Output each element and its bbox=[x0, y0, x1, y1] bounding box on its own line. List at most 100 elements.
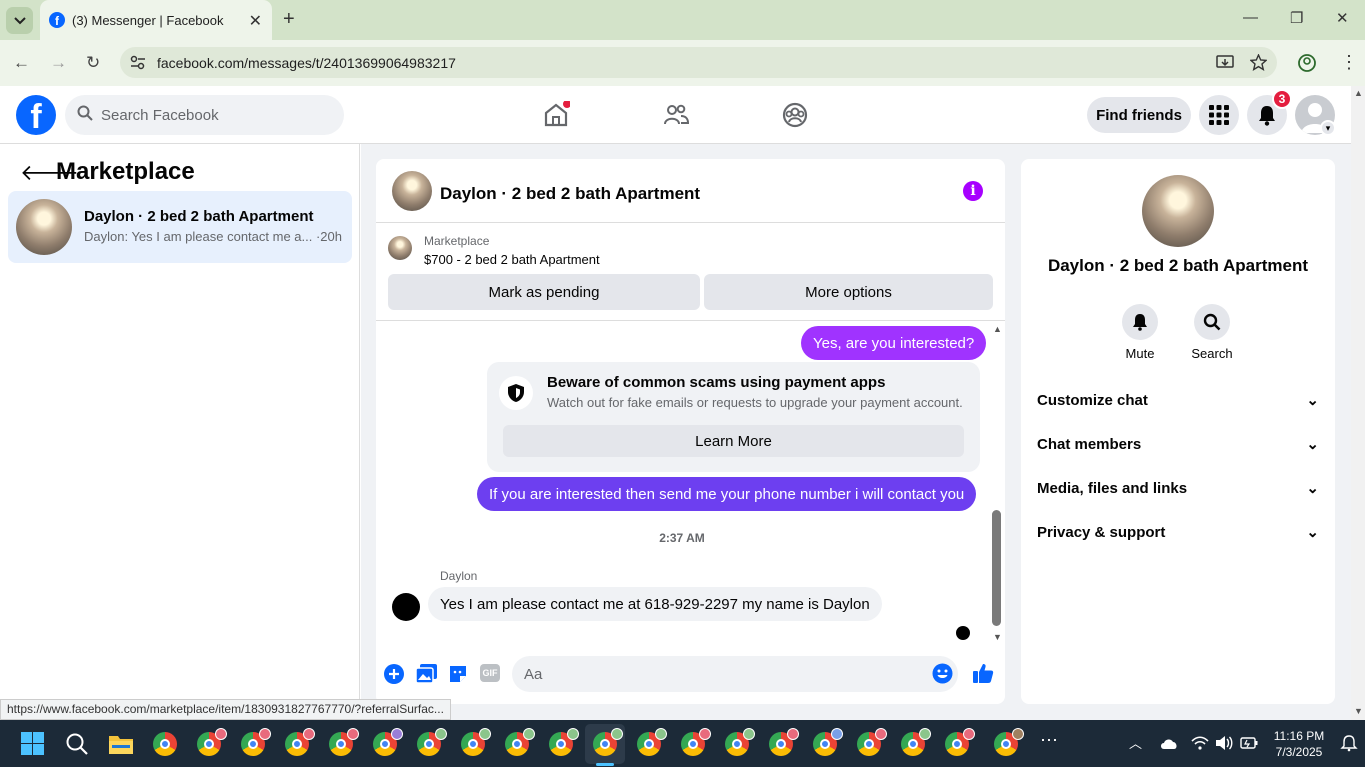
friends-icon[interactable] bbox=[662, 101, 690, 129]
listing-price-title[interactable]: $700 - 2 bed 2 bath Apartment bbox=[424, 252, 600, 267]
chrome-icon[interactable] bbox=[153, 732, 177, 756]
show-hidden-icons-icon[interactable]: ︿ bbox=[1129, 733, 1142, 752]
media-files-links-row[interactable]: Media, files and links ⌄ bbox=[1037, 466, 1319, 510]
menu-button[interactable] bbox=[1199, 95, 1239, 135]
close-tab-icon[interactable]: ✕ bbox=[249, 11, 262, 31]
wifi-icon[interactable] bbox=[1191, 736, 1209, 750]
back-button[interactable]: ← bbox=[13, 53, 30, 73]
close-window-button[interactable]: ✕ bbox=[1336, 9, 1349, 27]
search-facebook-input[interactable]: Search Facebook bbox=[65, 95, 344, 135]
chrome-profile-icon[interactable] bbox=[197, 728, 227, 756]
chrome-profile-icon[interactable] bbox=[373, 728, 403, 756]
chrome-profile-icon[interactable] bbox=[945, 728, 975, 756]
chat-avatar[interactable] bbox=[392, 171, 432, 211]
address-toolbar: ← → ↻ facebook.com/messages/t/2401369906… bbox=[0, 40, 1365, 86]
windows-start-icon[interactable] bbox=[21, 732, 44, 755]
sticker-icon[interactable] bbox=[448, 664, 468, 684]
marketplace-inbox: 🡐 Marketplace Daylon · 2 bed 2 bath Apar… bbox=[0, 144, 360, 720]
system-clock[interactable]: 11:16 PM 7/3/2025 bbox=[1268, 728, 1330, 760]
home-icon[interactable] bbox=[542, 101, 570, 129]
reload-button[interactable]: ↻ bbox=[86, 53, 100, 73]
volume-icon[interactable] bbox=[1215, 735, 1233, 751]
scrollbar-thumb[interactable] bbox=[992, 510, 1001, 626]
omnibox[interactable]: facebook.com/messages/t/2401369906498321… bbox=[120, 47, 1277, 78]
battery-icon[interactable] bbox=[1240, 736, 1258, 750]
sender-avatar[interactable] bbox=[392, 593, 420, 621]
incoming-message[interactable]: Yes I am please contact me at 618-929-22… bbox=[428, 587, 882, 621]
more-apps-icon[interactable]: ⋯ bbox=[1040, 730, 1058, 751]
conversation-details-panel: Daylon · 2 bed 2 bath Apartment Mute Sea… bbox=[1021, 159, 1335, 704]
search-placeholder: Search Facebook bbox=[101, 106, 219, 124]
chat-title[interactable]: Daylon · 2 bed 2 bath Apartment bbox=[440, 184, 700, 204]
browser-tab[interactable]: f (3) Messenger | Facebook ✕ bbox=[40, 0, 272, 40]
browser-tab-strip: f (3) Messenger | Facebook ✕ + — ❐ ✕ bbox=[0, 0, 1365, 40]
taskbar-search-icon[interactable] bbox=[65, 732, 89, 756]
emoji-icon[interactable] bbox=[932, 663, 953, 684]
url-text[interactable]: facebook.com/messages/t/2401369906498321… bbox=[157, 55, 456, 71]
chrome-profile-icon[interactable] bbox=[769, 728, 799, 756]
mute-label: Mute bbox=[1125, 346, 1155, 361]
browser-menu-icon[interactable]: ⋮ bbox=[1340, 52, 1358, 73]
more-options-button[interactable]: More options bbox=[704, 274, 993, 310]
search-icon bbox=[77, 105, 93, 126]
chevron-down-icon: ⌄ bbox=[1306, 524, 1319, 541]
maximize-button[interactable]: ❐ bbox=[1290, 9, 1303, 27]
thumbs-up-icon[interactable] bbox=[972, 662, 994, 684]
privacy-support-row[interactable]: Privacy & support ⌄ bbox=[1037, 510, 1319, 554]
clock-date: 7/3/2025 bbox=[1275, 745, 1323, 759]
details-avatar[interactable] bbox=[1142, 175, 1214, 247]
find-friends-button[interactable]: Find friends bbox=[1087, 97, 1191, 133]
scroll-up-arrow-icon[interactable]: ▲ bbox=[1354, 88, 1363, 98]
chrome-profile-icon[interactable] bbox=[461, 728, 491, 756]
chrome-profile-icon[interactable] bbox=[417, 728, 447, 756]
chrome-active-window-icon[interactable] bbox=[593, 728, 623, 756]
chat-scrollbar[interactable]: ▲ ▼ bbox=[990, 322, 1004, 644]
chrome-profile-icon[interactable] bbox=[901, 728, 931, 756]
chrome-profile-icon[interactable] bbox=[549, 728, 579, 756]
chrome-profile-icon[interactable] bbox=[813, 728, 843, 756]
groups-icon[interactable] bbox=[781, 101, 809, 129]
page-scrollbar[interactable]: ▲ ▼ bbox=[1351, 86, 1365, 720]
chrome-profile-icon[interactable] bbox=[241, 728, 271, 756]
marketplace-listing-bar: Marketplace $700 - 2 bed 2 bath Apartmen… bbox=[376, 224, 1005, 321]
chrome-profile-icon[interactable] bbox=[505, 728, 535, 756]
site-settings-icon[interactable] bbox=[130, 55, 146, 70]
chrome-profile-icon[interactable] bbox=[329, 728, 359, 756]
search-in-conversation-button[interactable]: Search bbox=[1182, 304, 1242, 361]
conversation-list-item[interactable]: Daylon · 2 bed 2 bath Apartment Daylon: … bbox=[8, 191, 352, 263]
minimize-button[interactable]: — bbox=[1243, 9, 1258, 26]
listing-thumbnail[interactable] bbox=[388, 236, 412, 260]
learn-more-button[interactable]: Learn More bbox=[503, 425, 964, 457]
scroll-up-arrow-icon[interactable]: ▲ bbox=[993, 324, 1002, 334]
gif-icon[interactable]: GIF bbox=[480, 664, 500, 682]
mark-as-pending-button[interactable]: Mark as pending bbox=[388, 274, 700, 310]
profile-icon[interactable] bbox=[1298, 54, 1316, 72]
chat-members-row[interactable]: Chat members ⌄ bbox=[1037, 422, 1319, 466]
scroll-down-arrow-icon[interactable]: ▼ bbox=[1354, 706, 1363, 716]
forward-button[interactable]: → bbox=[50, 53, 67, 73]
bookmark-star-icon[interactable] bbox=[1250, 54, 1267, 71]
message-input[interactable]: Aa bbox=[512, 656, 958, 692]
notification-center-icon[interactable] bbox=[1340, 734, 1358, 752]
chrome-profile-icon[interactable] bbox=[857, 728, 887, 756]
chrome-profile-icon[interactable] bbox=[637, 728, 667, 756]
chrome-profile-icon[interactable] bbox=[994, 728, 1024, 756]
file-explorer-icon[interactable] bbox=[108, 733, 134, 755]
plus-circle-icon[interactable] bbox=[384, 664, 404, 684]
scroll-down-arrow-icon[interactable]: ▼ bbox=[993, 632, 1002, 642]
install-app-icon[interactable] bbox=[1216, 54, 1234, 71]
new-tab-button[interactable]: + bbox=[283, 8, 295, 31]
account-chevron-icon[interactable]: ▾ bbox=[1320, 120, 1336, 136]
outgoing-message[interactable]: If you are interested then send me your … bbox=[477, 477, 977, 511]
mute-button[interactable]: Mute bbox=[1110, 304, 1170, 361]
customize-chat-row[interactable]: Customize chat ⌄ bbox=[1037, 378, 1319, 422]
outgoing-message[interactable]: Yes, are you interested? bbox=[801, 326, 987, 360]
facebook-logo-icon[interactable]: f bbox=[16, 95, 56, 135]
chrome-profile-icon[interactable] bbox=[285, 728, 315, 756]
info-icon[interactable]: i bbox=[963, 181, 983, 201]
onedrive-cloud-icon[interactable] bbox=[1159, 737, 1179, 750]
photo-icon[interactable] bbox=[416, 664, 437, 684]
chrome-profile-icon[interactable] bbox=[725, 728, 755, 756]
tab-search-button[interactable] bbox=[6, 7, 33, 34]
chrome-profile-icon[interactable] bbox=[681, 728, 711, 756]
